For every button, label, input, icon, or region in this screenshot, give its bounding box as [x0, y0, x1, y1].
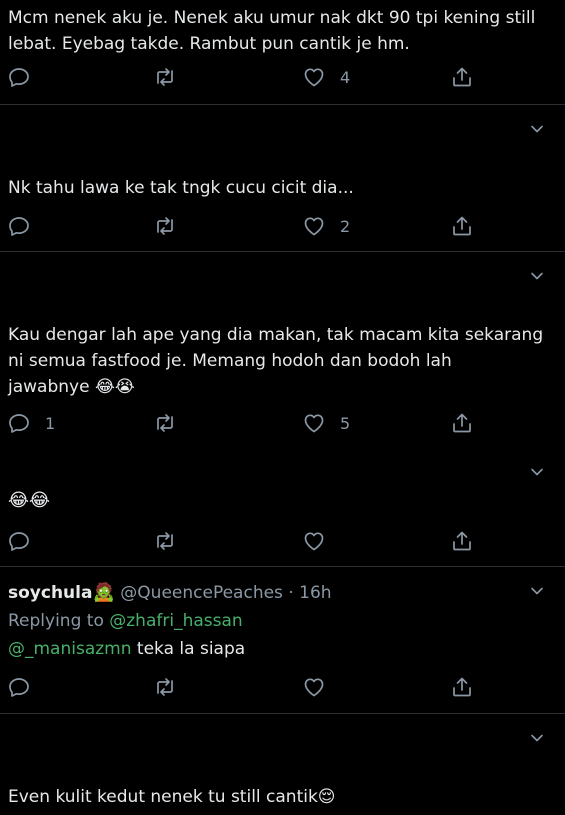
share-icon [450, 675, 474, 699]
reply-count: 1 [45, 413, 56, 433]
share-icon [450, 411, 474, 435]
share-icon [450, 529, 474, 553]
tweet-text-line: Kau dengar lah ape yang dia makan, tak m… [8, 325, 544, 345]
like-button[interactable]: 4 [302, 64, 350, 90]
heart-icon [302, 214, 326, 238]
tweet-text-line: 😂😂 [8, 490, 51, 511]
heart-icon [302, 529, 326, 553]
tweet-text: @_manisazmn teka la siapa [8, 638, 245, 660]
reply-button[interactable] [7, 528, 31, 554]
reply-icon [7, 675, 31, 699]
retweet-icon [153, 411, 177, 435]
tweet[interactable]: 😂😂 [0, 448, 565, 566]
tweet-body: teka la siapa [131, 639, 246, 659]
like-button[interactable]: 5 [302, 410, 350, 436]
tweet-text: 😂😂 [8, 488, 558, 514]
chevron-down-icon[interactable] [529, 464, 545, 480]
heart-icon [302, 65, 326, 89]
tweet-text-line: lebat. Eyebag takde. Rambut pun cantik j… [8, 34, 410, 54]
tweet-text-line: Even kulit kedut nenek tu still cantik😌 [8, 787, 336, 807]
share-button[interactable] [450, 64, 474, 90]
reply-button[interactable] [7, 64, 31, 90]
heart-icon [302, 411, 326, 435]
like-count: 5 [340, 413, 351, 433]
tweet-text: Kau dengar lah ape yang dia makan, tak m… [8, 322, 558, 400]
replying-to-link[interactable]: @zhafri_hassan [109, 611, 242, 631]
tweet-text-line: jawabnye 😂😭 [8, 377, 135, 397]
like-button[interactable] [302, 528, 326, 554]
share-icon [450, 214, 474, 238]
replying-label: Replying to [8, 611, 104, 631]
tweet-text-line: ni semua fastfood je. Memang hodoh dan b… [8, 351, 452, 371]
reply-button[interactable] [7, 213, 31, 239]
reply-button[interactable]: 1 [7, 410, 55, 436]
retweet-icon [153, 529, 177, 553]
tweet-text: Mcm nenek aku je. Nenek aku umur nak dkt… [8, 5, 558, 57]
tweet[interactable]: Kau dengar lah ape yang dia makan, tak m… [0, 252, 565, 448]
reply-icon [7, 214, 31, 238]
reply-icon [7, 529, 31, 553]
chevron-down-icon[interactable] [529, 730, 545, 746]
retweet-button[interactable] [153, 528, 177, 554]
like-button[interactable]: 2 [302, 213, 350, 239]
author-name[interactable]: soychula [8, 583, 92, 603]
tweet[interactable]: Mcm nenek aku je. Nenek aku umur nak dkt… [0, 0, 565, 104]
share-button[interactable] [450, 410, 474, 436]
reply-button[interactable] [7, 674, 31, 700]
tweet-header: soychula🧟 @QueencePeaches · 16h [8, 582, 332, 604]
retweet-icon [153, 65, 177, 89]
reply-icon [7, 65, 31, 89]
like-button[interactable] [302, 674, 326, 700]
chevron-down-icon[interactable] [529, 121, 545, 137]
tweet-text-line: Mcm nenek aku je. Nenek aku umur nak dkt… [8, 8, 536, 28]
tweet[interactable]: Nk tahu lawa ke tak tngk cucu cicit dia.… [0, 105, 565, 251]
share-icon [450, 65, 474, 89]
share-button[interactable] [450, 213, 474, 239]
author-badge: 🧟 [92, 582, 115, 603]
heart-icon [302, 675, 326, 699]
tweet-actions [0, 674, 565, 700]
tweet-timestamp[interactable]: · 16h [288, 583, 331, 603]
like-count: 2 [340, 216, 351, 236]
retweet-button[interactable] [153, 674, 177, 700]
retweet-button[interactable] [153, 64, 177, 90]
tweet-actions [0, 528, 565, 554]
retweet-button[interactable] [153, 213, 177, 239]
mention-link[interactable]: @_manisazmn [8, 639, 132, 659]
like-count: 4 [340, 67, 351, 87]
replying-to-line: Replying to @zhafri_hassan [8, 610, 243, 632]
chevron-down-icon[interactable] [529, 268, 545, 284]
tweet[interactable]: soychula🧟 @QueencePeaches · 16h Replying… [0, 567, 565, 713]
retweet-icon [153, 214, 177, 238]
tweet-actions: 4 [0, 64, 565, 90]
tweet-text-line: Nk tahu lawa ke tak tngk cucu cicit dia.… [8, 178, 354, 198]
share-button[interactable] [450, 674, 474, 700]
chevron-down-icon[interactable] [529, 583, 545, 599]
tweet-text: Nk tahu lawa ke tak tngk cucu cicit dia.… [8, 175, 558, 201]
tweet-text: Even kulit kedut nenek tu still cantik😌 [8, 784, 558, 810]
tweet[interactable]: Even kulit kedut nenek tu still cantik😌 [0, 714, 565, 815]
author-handle[interactable]: @QueencePeaches [120, 583, 283, 603]
reply-icon [7, 411, 31, 435]
retweet-button[interactable] [153, 410, 177, 436]
tweet-actions: 2 [0, 213, 565, 239]
retweet-icon [153, 675, 177, 699]
share-button[interactable] [450, 528, 474, 554]
tweet-actions: 1 5 [0, 410, 565, 436]
